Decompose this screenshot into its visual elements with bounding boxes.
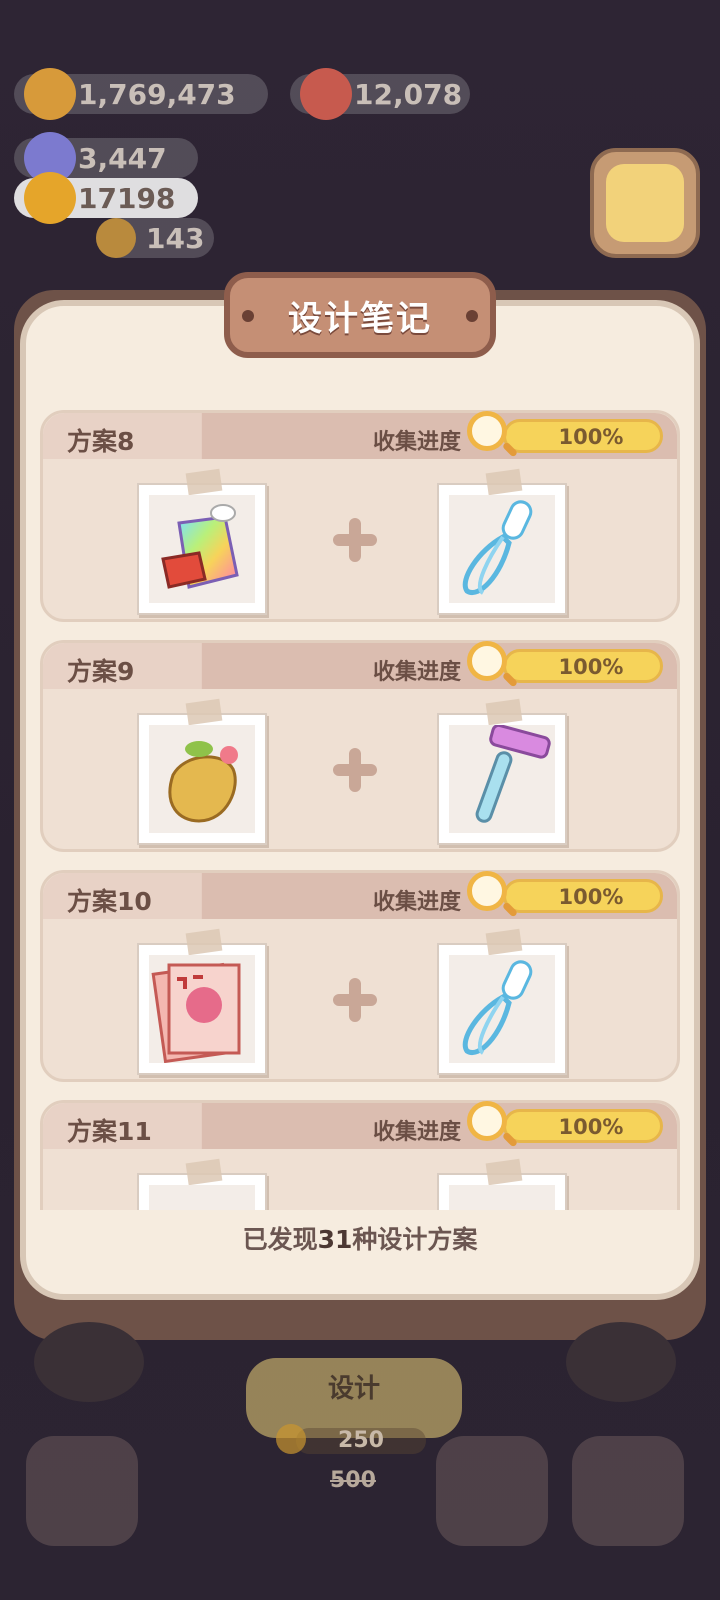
back-arrow-button[interactable] <box>26 1436 138 1546</box>
plan-item-left[interactable] <box>137 468 267 615</box>
cookie-value: 1,769,473 <box>78 77 236 111</box>
plan-item-right[interactable] <box>437 468 567 615</box>
bear-value: 143 <box>146 221 205 255</box>
progress-value: 100% <box>558 885 624 909</box>
plan-card[interactable]: 方案11 收集进度 100% <box>40 1100 680 1210</box>
plan-list[interactable]: 方案8 收集进度 100% 方案9 收集进度 100% 方案10 收集进度 10… <box>40 410 680 1210</box>
progress-value: 100% <box>558 1115 624 1139</box>
mandrake-root-icon <box>149 725 255 833</box>
progress-value: 100% <box>558 655 624 679</box>
bear-icon <box>96 218 136 258</box>
pencil-tool-button[interactable] <box>436 1436 548 1546</box>
berry-icon <box>300 68 352 120</box>
whisk-icon <box>449 955 555 1063</box>
plan-item-right[interactable] <box>437 1158 567 1210</box>
gem-counter: 3,447 <box>14 132 198 184</box>
sunflower-value: 17198 <box>78 181 176 215</box>
plan-card[interactable]: 方案8 收集进度 100% <box>40 410 680 622</box>
plus-icon <box>333 748 377 792</box>
progress-bar: 100% <box>503 1109 663 1143</box>
discovered-count-text: 已发现31种设计方案 <box>242 1225 478 1254</box>
plan-item-left[interactable] <box>137 698 267 845</box>
razor-icon <box>449 725 555 833</box>
gem-value: 3,447 <box>78 141 167 175</box>
plus-icon <box>333 978 377 1022</box>
dialog-title-plate: 设计笔记 <box>224 272 496 358</box>
book-icon <box>606 164 684 242</box>
progress-bar: 100% <box>503 879 663 913</box>
cart-wheel-right <box>566 1322 676 1402</box>
plan-name: 方案10 <box>67 887 152 916</box>
recipe-book-button[interactable] <box>590 148 700 258</box>
design-button-label: 设计 <box>327 1374 380 1404</box>
progress-value: 100% <box>558 425 624 449</box>
rivet-left-icon <box>242 310 254 322</box>
plan-name: 方案8 <box>67 427 135 456</box>
magnifier-icon <box>467 1101 507 1141</box>
magazine-icon <box>149 955 255 1063</box>
design-cost: 250 <box>296 1428 426 1454</box>
sunflower-icon <box>276 1424 306 1454</box>
design-original-cost: 500 <box>330 1468 376 1493</box>
progress-label: 收集进度 <box>373 430 462 455</box>
whisk-icon <box>449 495 555 603</box>
cart-wheel-left <box>34 1322 144 1402</box>
progress-bar: 100% <box>503 419 663 453</box>
magnifier-icon <box>467 871 507 911</box>
progress-label: 收集进度 <box>373 1120 462 1145</box>
cookie-counter: 1,769,473 <box>14 68 268 120</box>
rivet-right-icon <box>466 310 478 322</box>
sunflower-counter: 17198 <box>14 172 198 224</box>
magnifier-icon <box>467 641 507 681</box>
progress-label: 收集进度 <box>373 890 462 915</box>
plan-item-right[interactable] <box>437 928 567 1075</box>
progress-label: 收集进度 <box>373 660 462 685</box>
berry-counter: 12,078 <box>290 68 470 120</box>
plus-icon <box>333 518 377 562</box>
bear-counter: 143 <box>96 218 214 258</box>
plan-item-left[interactable] <box>137 1158 267 1210</box>
rainbow-jar-icon <box>149 495 255 603</box>
plan-card[interactable]: 方案10 收集进度 100% <box>40 870 680 1082</box>
plan-item-left[interactable] <box>137 928 267 1075</box>
hardhat-button[interactable] <box>572 1436 684 1546</box>
plan-name: 方案11 <box>67 1117 152 1146</box>
razor-icon <box>449 1185 555 1210</box>
berry-value: 12,078 <box>354 77 463 111</box>
cookie-icon <box>24 68 76 120</box>
plan-item-right[interactable] <box>437 698 567 845</box>
plan-name: 方案9 <box>67 657 135 686</box>
discovered-count: 31 <box>317 1225 353 1254</box>
sunflower-icon <box>24 172 76 224</box>
plan-card[interactable]: 方案9 收集进度 100% <box>40 640 680 852</box>
magazine-icon <box>149 1185 255 1210</box>
progress-bar: 100% <box>503 649 663 683</box>
magnifier-icon <box>467 411 507 451</box>
dialog-title: 设计笔记 <box>288 298 432 339</box>
